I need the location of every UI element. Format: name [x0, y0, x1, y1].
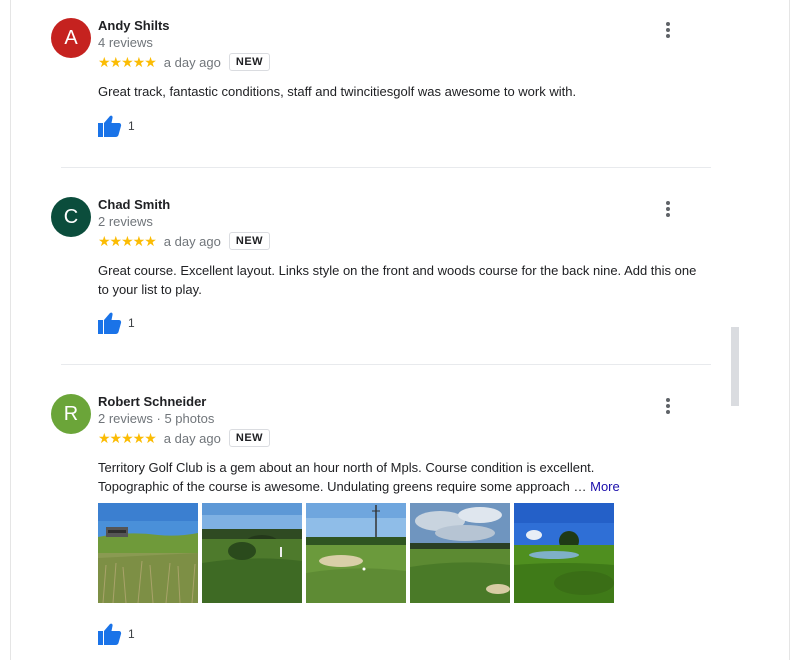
review-date: a day ago — [163, 430, 221, 446]
star-rating: ★★★★★ — [98, 232, 157, 249]
more-link[interactable]: More — [590, 479, 620, 494]
review-card: C Chad Smith 2 reviews ★★★★★ a day ago N… — [51, 197, 701, 347]
review-date: a day ago — [163, 233, 221, 249]
thumbs-up-icon — [98, 312, 122, 334]
avatar[interactable]: R — [51, 394, 91, 434]
reviewer-name[interactable]: Andy Shilts — [98, 18, 170, 33]
rating-row: ★★★★★ a day ago NEW — [98, 232, 271, 250]
golf-photo-pond-green[interactable] — [514, 503, 614, 603]
like-button[interactable]: 1 — [98, 623, 135, 645]
reviewer-meta: 2 reviews · 5 photos — [98, 411, 215, 426]
avatar[interactable]: A — [51, 18, 91, 58]
avatar[interactable]: C — [51, 197, 91, 237]
review-divider — [61, 167, 711, 168]
new-badge: NEW — [228, 232, 271, 250]
review-card: A Andy Shilts 4 reviews ★★★★★ a day ago … — [51, 18, 701, 148]
new-badge: NEW — [228, 53, 271, 71]
like-button[interactable]: 1 — [98, 115, 135, 137]
review-photos — [98, 503, 618, 603]
review-text: Great course. Excellent layout. Links st… — [98, 263, 697, 297]
rating-row: ★★★★★ a day ago NEW — [98, 53, 271, 71]
golf-photo-cloudy-fairway[interactable] — [410, 503, 510, 603]
thumbs-up-icon — [98, 623, 122, 645]
reviewer-meta: 2 reviews — [98, 214, 153, 229]
rating-row: ★★★★★ a day ago NEW — [98, 429, 271, 447]
star-rating: ★★★★★ — [98, 429, 157, 446]
review-divider — [61, 364, 711, 365]
scrollbar-thumb[interactable] — [731, 327, 739, 406]
reviewer-name[interactable]: Robert Schneider — [98, 394, 206, 409]
like-count: 1 — [128, 316, 135, 330]
more-vert-icon[interactable] — [663, 22, 673, 38]
thumbs-up-icon — [98, 115, 122, 137]
review-text: Great track, fantastic conditions, staff… — [98, 84, 577, 99]
more-vert-icon[interactable] — [663, 398, 673, 414]
review-text: Territory Golf Club is a gem about an ho… — [98, 458, 658, 496]
golf-photo-clubhouse[interactable] — [98, 503, 198, 603]
like-count: 1 — [128, 627, 135, 641]
like-button[interactable]: 1 — [98, 312, 135, 334]
star-rating: ★★★★★ — [98, 53, 157, 70]
new-badge: NEW — [228, 429, 271, 447]
reviewer-meta: 4 reviews — [98, 35, 153, 50]
golf-photo-fairway-trees[interactable] — [202, 503, 302, 603]
review-date: a day ago — [163, 54, 221, 70]
reviewer-name[interactable]: Chad Smith — [98, 197, 170, 212]
more-vert-icon[interactable] — [663, 201, 673, 217]
golf-photo-tower-fairway[interactable] — [306, 503, 406, 603]
review-text-body: Territory Golf Club is a gem about an ho… — [98, 460, 595, 494]
like-count: 1 — [128, 119, 135, 133]
review-card: R Robert Schneider 2 reviews · 5 photos … — [51, 394, 701, 660]
